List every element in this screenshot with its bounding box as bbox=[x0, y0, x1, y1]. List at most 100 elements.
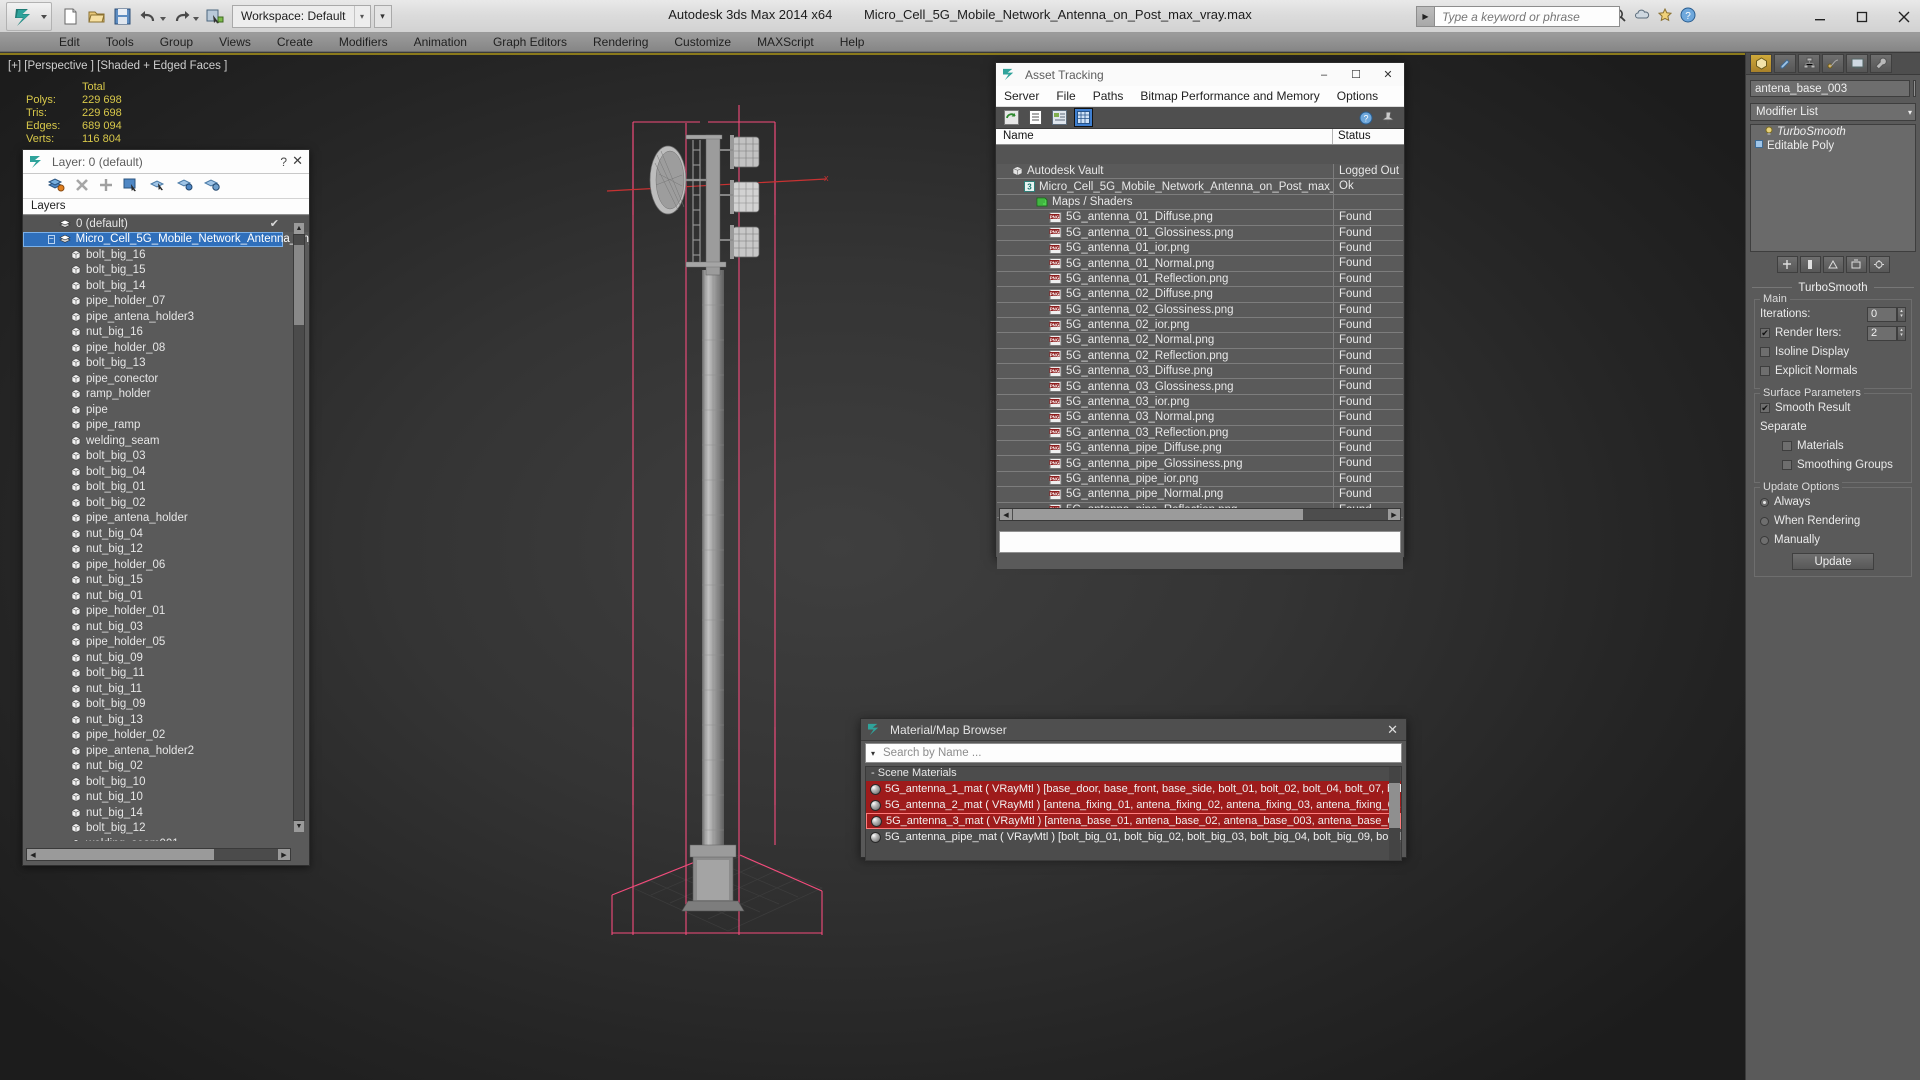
smooth-result-checkbox[interactable]: ✔ bbox=[1760, 403, 1770, 413]
asset-row[interactable]: PNG 5G_antenna_03_Reflection.png Found bbox=[997, 425, 1403, 442]
layer-row-default[interactable]: 0 (default) ✔ bbox=[23, 216, 309, 232]
layer-scroll-up-icon[interactable]: ▲ bbox=[294, 223, 304, 234]
select-highlighted-icon[interactable] bbox=[149, 177, 167, 195]
refresh-icon[interactable] bbox=[1003, 109, 1020, 126]
redo-button[interactable] bbox=[169, 4, 194, 29]
layer-object-row[interactable]: nut_big_14 bbox=[23, 805, 309, 821]
modifier-stack[interactable]: TurboSmooth Editable Poly bbox=[1750, 124, 1916, 252]
layer-object-row[interactable]: bolt_big_09 bbox=[23, 697, 309, 713]
select-layer-object-icon[interactable] bbox=[123, 177, 140, 195]
turbosmooth-bulb-icon[interactable] bbox=[1765, 126, 1773, 139]
layer-object-row[interactable]: pipe_holder_06 bbox=[23, 557, 309, 573]
asset-row[interactable]: PNG 5G_antenna_01_Normal.png Found bbox=[997, 256, 1403, 272]
workspace-selector[interactable]: Workspace: Default ▾ bbox=[232, 5, 371, 28]
tab-utilities[interactable] bbox=[1870, 54, 1892, 73]
layer-help-button[interactable]: ? bbox=[280, 155, 287, 169]
layer-object-row[interactable]: ramp_holder bbox=[23, 387, 309, 403]
asset-maximize-button[interactable]: ☐ bbox=[1340, 63, 1372, 86]
configure-sets-button[interactable] bbox=[1868, 256, 1890, 273]
pin-stack-button[interactable] bbox=[1776, 256, 1798, 273]
layer-object-row[interactable]: pipe_conector bbox=[23, 371, 309, 387]
render-iters-spinner[interactable]: ▴▾ bbox=[1867, 325, 1906, 341]
make-unique-button[interactable] bbox=[1822, 256, 1844, 273]
search-box[interactable]: ▶ bbox=[1416, 6, 1620, 27]
show-end-result-button[interactable] bbox=[1799, 256, 1821, 273]
layer-list[interactable]: 0 (default) ✔ − Micro_Cell_5G_Mobile_Networ… bbox=[23, 216, 309, 841]
layer-object-row[interactable]: pipe_holder_08 bbox=[23, 340, 309, 356]
layer-object-row[interactable]: bolt_big_04 bbox=[23, 464, 309, 480]
help-icon[interactable]: ? bbox=[1678, 4, 1698, 26]
layer-object-row[interactable]: nut_big_03 bbox=[23, 619, 309, 635]
menu-item-group[interactable]: Group bbox=[147, 33, 206, 51]
grid-view-icon[interactable] bbox=[1074, 108, 1093, 127]
material-row[interactable]: 5G_antenna_2_mat ( VRayMtl ) [antena_fix… bbox=[866, 797, 1401, 813]
layer-object-row[interactable]: nut_big_04 bbox=[23, 526, 309, 542]
layer-object-row[interactable]: nut_big_13 bbox=[23, 712, 309, 728]
layer-object-row[interactable]: nut_big_16 bbox=[23, 325, 309, 341]
menu-item-edit[interactable]: Edit bbox=[46, 33, 93, 51]
cloud-icon[interactable] bbox=[1632, 4, 1652, 26]
layer-object-row[interactable]: nut_big_15 bbox=[23, 573, 309, 589]
iterations-input[interactable] bbox=[1867, 306, 1897, 322]
asset-row[interactable]: PNG 5G_antenna_01_Diffuse.png Found bbox=[997, 210, 1403, 226]
menu-item-views[interactable]: Views bbox=[206, 33, 264, 51]
tab-display[interactable] bbox=[1846, 54, 1868, 73]
update-when-rendering-row[interactable]: When Rendering bbox=[1760, 513, 1906, 529]
layer-object-row[interactable]: bolt_big_14 bbox=[23, 278, 309, 294]
layer-object-row[interactable]: nut_big_10 bbox=[23, 790, 309, 806]
app-menu-chevron-icon[interactable] bbox=[41, 15, 47, 19]
layer-vertical-scrollbar[interactable]: ▲ ▼ bbox=[293, 223, 305, 832]
update-when-rendering-radio[interactable] bbox=[1760, 516, 1769, 526]
iterations-spin-arrows-icon[interactable]: ▴ ▾ bbox=[1897, 306, 1906, 322]
asset-hscroll-left-icon[interactable]: ◀ bbox=[1000, 509, 1012, 520]
add-to-layer-icon[interactable] bbox=[99, 178, 113, 195]
workspace-menu-button[interactable]: ▾ bbox=[373, 5, 392, 28]
object-name-row[interactable] bbox=[1750, 80, 1916, 97]
menu-item-create[interactable]: Create bbox=[264, 33, 326, 51]
tab-create[interactable] bbox=[1750, 54, 1772, 73]
asset-hscroll-right-icon[interactable]: ▶ bbox=[1388, 509, 1400, 520]
material-row[interactable]: 5G_antenna_pipe_mat ( VRayMtl ) [bolt_bi… bbox=[866, 829, 1401, 845]
asset-row[interactable]: PNG 5G_antenna_pipe_Glossiness.png Found bbox=[997, 456, 1403, 472]
layer-object-row[interactable]: pipe_antena_holder3 bbox=[23, 309, 309, 325]
layer-object-row[interactable]: nut_big_12 bbox=[23, 542, 309, 558]
render-iters-input[interactable] bbox=[1867, 325, 1897, 341]
asset-row[interactable]: Maps / Shaders bbox=[997, 194, 1403, 211]
asset-row[interactable]: PNG 5G_antenna_pipe_Normal.png Found bbox=[997, 487, 1403, 503]
layer-close-button[interactable]: ✕ bbox=[292, 153, 303, 169]
asset-row[interactable]: PNG 5G_antenna_03_Diffuse.png Found bbox=[997, 364, 1403, 380]
undo-dropdown-icon[interactable] bbox=[160, 17, 166, 21]
menu-item-graph-editors[interactable]: Graph Editors bbox=[480, 33, 580, 51]
matbrowser-scroll-thumb[interactable] bbox=[1389, 783, 1400, 828]
layer-object-row[interactable]: bolt_big_01 bbox=[23, 480, 309, 496]
update-button[interactable]: Update bbox=[1792, 553, 1874, 570]
save-file-button[interactable] bbox=[110, 4, 135, 29]
select-object-button[interactable] bbox=[202, 4, 227, 29]
layer-object-row[interactable]: nut_big_09 bbox=[23, 650, 309, 666]
layer-object-row[interactable]: pipe_holder_05 bbox=[23, 635, 309, 651]
asset-menu-paths[interactable]: Paths bbox=[1093, 89, 1124, 103]
material-row[interactable]: 5G_antenna_1_mat ( VRayMtl ) [base_door,… bbox=[866, 781, 1401, 797]
matbrowser-search-chevron-icon[interactable]: ▾ bbox=[866, 749, 880, 758]
material-row-selected[interactable]: 5G_antenna_3_mat ( VRayMtl ) [antena_bas… bbox=[866, 813, 1401, 829]
asset-help-icon[interactable]: ? bbox=[1357, 109, 1374, 126]
path-view-icon[interactable] bbox=[1051, 109, 1068, 126]
scene-materials-collapse-icon[interactable]: - bbox=[871, 767, 875, 779]
asset-row[interactable]: PNG 5G_antenna_03_Glossiness.png Found bbox=[997, 379, 1403, 395]
asset-row[interactable]: PNG 5G_antenna_03_Normal.png Found bbox=[997, 410, 1403, 426]
delete-layer-icon[interactable] bbox=[75, 178, 89, 195]
menu-item-maxscript[interactable]: MAXScript bbox=[744, 33, 827, 51]
separate-smoothing-groups-checkbox[interactable] bbox=[1782, 460, 1792, 470]
asset-row[interactable]: PNG 5G_antenna_02_Glossiness.png Found bbox=[997, 302, 1403, 318]
asset-pin-icon[interactable] bbox=[1379, 109, 1396, 126]
layer-hscroll-right-icon[interactable]: ▶ bbox=[278, 849, 290, 860]
asset-column-name[interactable]: Name bbox=[996, 129, 1333, 144]
update-always-radio[interactable] bbox=[1760, 497, 1769, 507]
modifier-list-chevron-icon[interactable]: ▾ bbox=[1908, 108, 1912, 117]
app-logo-button[interactable] bbox=[6, 2, 52, 31]
create-new-layer-icon[interactable] bbox=[47, 177, 65, 195]
modifier-list-dropdown[interactable]: Modifier List ▾ bbox=[1750, 103, 1916, 121]
search-input[interactable] bbox=[1435, 6, 1620, 27]
menu-item-help[interactable]: Help bbox=[827, 33, 878, 51]
search-dropdown-icon[interactable]: ▶ bbox=[1416, 6, 1435, 27]
